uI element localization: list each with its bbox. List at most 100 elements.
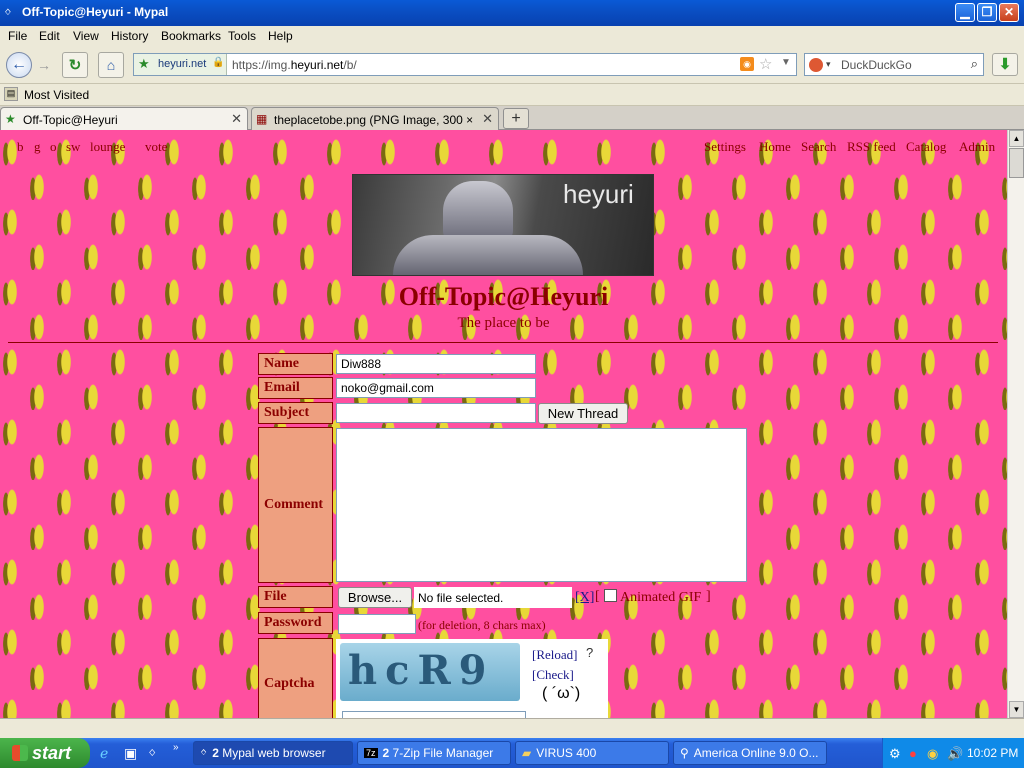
search-bar[interactable]: ▾ DuckDuckGo ⌕ [804, 53, 984, 76]
tab-off-topic[interactable]: ★ Off-Topic@Heyuri ✕ [0, 107, 248, 130]
email-field[interactable]: noko@gmail.com [336, 378, 536, 398]
mypal-quicklaunch-icon[interactable]: ᛜ [148, 745, 156, 761]
password-hint: (for deletion, 8 chars max) [418, 618, 546, 632]
captcha-reload-link[interactable]: [Reload] [532, 647, 577, 663]
subject-label: Subject [258, 402, 333, 424]
folder-icon: ▤ [4, 87, 18, 101]
scroll-thumb[interactable] [1009, 148, 1024, 178]
search-input[interactable]: DuckDuckGo [841, 58, 912, 72]
url-text[interactable]: https://img.heyuri.net/b/ [232, 58, 357, 72]
bookmark-most-visited[interactable]: Most Visited [24, 88, 89, 102]
aol-icon: ⚲ [680, 746, 689, 760]
vertical-scrollbar[interactable]: ▲ ▼ [1007, 130, 1024, 718]
link-home[interactable]: Home [759, 139, 791, 155]
search-icon[interactable]: ⌕ [971, 56, 978, 72]
menu-history[interactable]: History [111, 29, 148, 43]
windows-flag-icon [12, 745, 28, 761]
duckduckgo-icon[interactable] [809, 58, 823, 72]
board-link-lounge[interactable]: lounge [90, 139, 125, 155]
menu-help[interactable]: Help [268, 29, 293, 43]
captcha-check-link[interactable]: [Check] [532, 667, 574, 683]
search-engine-dropdown-icon[interactable]: ▾ [826, 59, 831, 70]
new-thread-button[interactable]: New Thread [538, 403, 628, 424]
tab-close-icon[interactable]: ✕ [231, 111, 242, 127]
tab-close-icon[interactable]: ✕ [482, 111, 493, 127]
menu-bookmarks[interactable]: Bookmarks [161, 29, 221, 43]
folder-icon: ▰ [522, 746, 532, 760]
password-field[interactable] [338, 614, 416, 634]
rss-feed-icon[interactable]: ◉ [740, 57, 754, 71]
forward-button[interactable]: → [34, 52, 54, 78]
7zip-icon: 7z [364, 748, 378, 758]
volume-icon[interactable]: 🔊 [947, 746, 963, 762]
download-button[interactable]: ⬇ [992, 53, 1018, 76]
subject-field[interactable] [336, 403, 536, 423]
new-tab-button[interactable]: + [503, 108, 529, 129]
task-virus-400[interactable]: ▰ VIRUS 400 [515, 741, 669, 765]
link-admin[interactable]: Admin [959, 139, 995, 155]
task-7zip[interactable]: 7z 2 7-Zip File Manager [357, 741, 511, 765]
link-rss-feed[interactable]: RSS feed [847, 139, 896, 155]
captcha-help-icon[interactable]: ? [586, 645, 593, 660]
menu-file[interactable]: File [8, 29, 27, 43]
board-link-b[interactable]: b [17, 139, 24, 155]
comment-label: Comment [258, 427, 333, 583]
url-bar[interactable]: ★ heyuri.net 🔒 https://img.heyuri.net/b/… [133, 53, 797, 76]
captcha-face: ( ´ω`) [542, 685, 581, 702]
captcha-label: Captcha [258, 638, 333, 718]
tab-theplacetobe-png[interactable]: ▦ theplacetobe.png (PNG Image, 300 × 100… [251, 107, 499, 130]
page-content: b g o sw lounge vote Settings Home Searc… [0, 130, 1007, 718]
captcha-input[interactable] [342, 711, 526, 718]
task-aol[interactable]: ⚲ America Online 9.0 O... [673, 741, 827, 765]
banner-text: heyuri [563, 179, 634, 209]
scroll-down-icon[interactable]: ▼ [1009, 701, 1024, 718]
file-status: No file selected. [414, 587, 572, 608]
system-tray: ⚙ ● ◉ 🔊 10:02 PM [882, 738, 1024, 768]
captcha-box: hcR9 [Reload] [Check] ? ( ´ω`) [336, 639, 608, 718]
minimize-button[interactable]: ▁ [955, 3, 975, 22]
menu-edit[interactable]: Edit [39, 29, 60, 43]
animated-gif-label: Animated GIF [620, 590, 702, 605]
banner-robot-body [393, 235, 583, 275]
mypal-icon: ᛜ [200, 746, 208, 760]
mypal-app-icon: ᛜ [4, 5, 12, 20]
animated-gif-checkbox[interactable] [604, 589, 617, 602]
browse-button[interactable]: Browse... [338, 587, 412, 608]
tab-favicon-icon: ★ [5, 112, 16, 126]
comment-textarea[interactable] [336, 428, 747, 582]
update-icon[interactable]: ◉ [927, 746, 938, 762]
clock[interactable]: 10:02 PM [967, 746, 1018, 760]
board-link-o[interactable]: o [50, 139, 57, 155]
maximize-button[interactable]: ❐ [977, 3, 997, 22]
ie-quicklaunch-icon[interactable]: ℯ [100, 745, 108, 762]
board-link-vote[interactable]: vote [145, 139, 167, 155]
board-link-g[interactable]: g [34, 139, 41, 155]
board-banner[interactable]: heyuri [352, 174, 654, 276]
bookmark-star-icon[interactable]: ☆ [759, 55, 772, 73]
bracket-open: [ [595, 589, 600, 604]
task-mypal[interactable]: ᛜ 2 Mypal web browser [193, 741, 353, 765]
security-icon[interactable]: ● [909, 746, 917, 761]
link-search[interactable]: Search [801, 139, 836, 155]
scroll-up-icon[interactable]: ▲ [1009, 130, 1024, 147]
url-dropdown-icon[interactable]: ▼ [781, 57, 791, 68]
back-button[interactable]: ← [6, 52, 32, 78]
home-button[interactable]: ⌂ [98, 52, 124, 78]
menu-view[interactable]: View [73, 29, 99, 43]
board-title: Off-Topic@Heyuri [398, 282, 609, 311]
board-link-sw[interactable]: sw [66, 139, 80, 155]
site-identity-box[interactable]: ★ heyuri.net 🔒 [134, 54, 227, 75]
close-button[interactable]: ✕ [999, 3, 1019, 22]
network-icon[interactable]: ⚙ [889, 746, 901, 762]
desktop-quicklaunch-icon[interactable]: ▣ [124, 745, 137, 762]
reload-icon: ↻ [68, 57, 82, 74]
link-settings[interactable]: Settings [704, 139, 746, 155]
file-label: File [258, 586, 333, 608]
link-catalog[interactable]: Catalog [906, 139, 946, 155]
menu-tools[interactable]: Tools [228, 29, 256, 43]
reload-button[interactable]: ↻ [62, 52, 88, 78]
start-button[interactable]: start [0, 738, 90, 768]
quicklaunch-chevron-icon[interactable]: » [173, 742, 179, 753]
clear-file-link[interactable]: [X] [575, 590, 594, 606]
name-field[interactable]: Diw888 [336, 354, 536, 374]
